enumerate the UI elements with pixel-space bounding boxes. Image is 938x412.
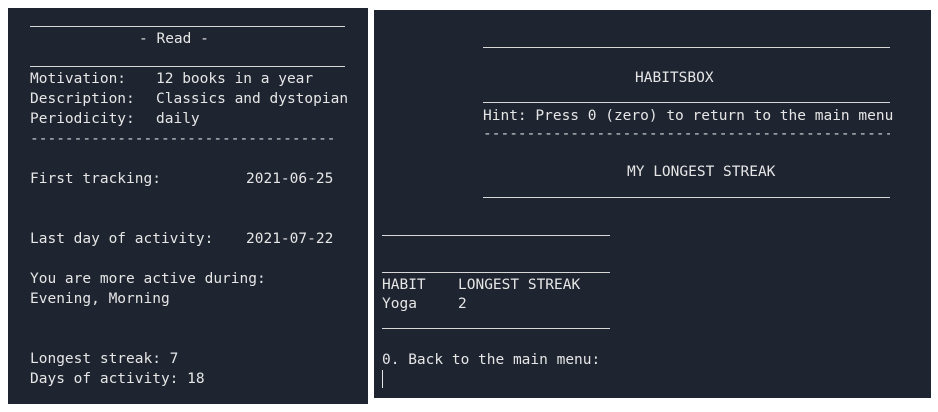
dashed-separator: ----------------------------------------…: [483, 126, 890, 142]
first-tracking-label: First tracking:: [30, 171, 161, 187]
active-during-value: Evening, Morning: [30, 291, 170, 307]
days-of-activity-line: Days of activity: 18: [30, 371, 205, 387]
periodicity-value: daily: [156, 111, 200, 127]
header-top-rule: [483, 47, 890, 48]
habit-detail-terminal: - Read - Motivation: 12 books in a year …: [8, 8, 368, 404]
table-row-streak: 2: [458, 296, 467, 312]
section-rule: [483, 197, 890, 198]
active-during-label: You are more active during:: [30, 271, 266, 287]
back-menu-prompt: 0. Back to the main menu:: [382, 352, 601, 368]
table-header-habit: HABIT: [382, 277, 426, 293]
header-rule: [483, 102, 890, 103]
table-row-habit: Yoga: [382, 296, 417, 312]
top-rule: [30, 26, 345, 27]
title-rule: [30, 66, 345, 67]
description-value: Classics and dystopian: [156, 91, 349, 107]
table-top-rule: [382, 235, 610, 236]
description-label: Description:: [30, 91, 135, 107]
longest-streak-line: Longest streak: 7: [30, 351, 179, 367]
table-header-streak: LONGEST STREAK: [458, 277, 581, 293]
table-bottom-rule: [382, 328, 610, 329]
last-day-label: Last day of activity:: [30, 231, 214, 247]
motivation-value: 12 books in a year: [156, 71, 314, 87]
periodicity-label: Periodicity:: [30, 111, 135, 127]
motivation-label: Motivation:: [30, 71, 127, 87]
hint-text: Hint: Press 0 (zero) to return to the ma…: [483, 108, 894, 124]
dashed-separator: -----------------------------------: [30, 131, 336, 147]
table-header-rule: [382, 272, 610, 273]
habitsbox-terminal: HABITSBOX Hint: Press 0 (zero) to return…: [374, 10, 931, 398]
section-title: MY LONGEST STREAK: [627, 164, 776, 180]
input-cursor[interactable]: [382, 370, 383, 388]
habit-title: - Read -: [139, 31, 209, 47]
last-day-date: 2021-07-22: [246, 231, 334, 247]
app-title: HABITSBOX: [635, 70, 714, 86]
first-tracking-date: 2021-06-25: [246, 171, 334, 187]
